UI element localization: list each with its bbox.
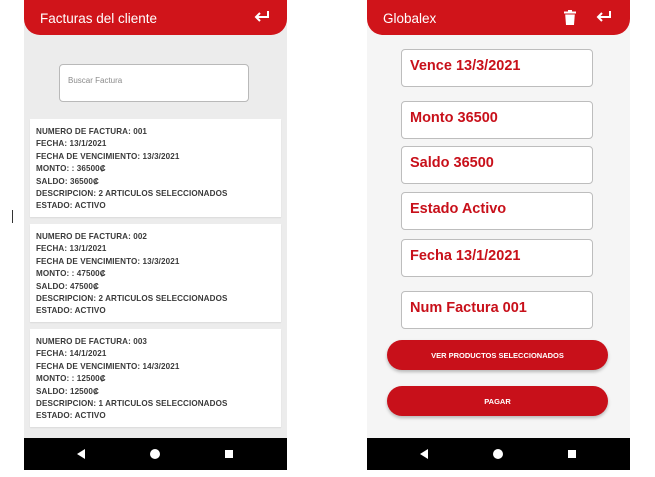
return-arrow-icon[interactable] [595, 8, 613, 24]
invoice-due-date: FECHA DE VENCIMIENTO: 13/3/2021 [36, 256, 180, 266]
invoice-number: NUMERO DE FACTURA: 003 [36, 337, 148, 346]
search-input[interactable] [66, 75, 240, 86]
pay-button[interactable]: PAGAR [387, 386, 608, 416]
status-field[interactable]: Estado Activo [401, 192, 593, 230]
invoice-amount: MONTO: : 47500₡ [36, 269, 106, 279]
due-date-field[interactable]: Vence 13/3/2021 [401, 49, 593, 87]
invoice-card[interactable]: NUMERO DE FACTURA: 002 FECHA: 13/1/2021 … [30, 224, 281, 322]
amount-field[interactable]: Monto 36500 [401, 101, 593, 139]
nav-home-icon[interactable] [150, 449, 160, 459]
page-title: Facturas del cliente [40, 11, 158, 26]
invoice-due-date: FECHA DE VENCIMIENTO: 14/3/2021 [36, 361, 180, 371]
trash-icon[interactable] [564, 10, 576, 30]
invoice-detail-screen: Globalex Vence 13/3/2021 Monto 36500 Sal… [367, 0, 630, 470]
invoice-number-field[interactable]: Num Factura 001 [401, 291, 593, 329]
invoice-number: NUMERO DE FACTURA: 002 [36, 232, 148, 241]
invoice-description: DESCRIPCION: 1 ARTICULOS SELECCIONADOS [36, 399, 228, 409]
invoice-description: DESCRIPCION: 2 ARTICULOS SELECCIONADOS [36, 189, 228, 199]
app-bar: Globalex [367, 0, 630, 35]
invoice-due-date: FECHA DE VENCIMIENTO: 13/3/2021 [36, 151, 180, 161]
invoice-number: NUMERO DE FACTURA: 001 [36, 127, 148, 136]
invoice-status: ESTADO: ACTIVO [36, 306, 106, 316]
nav-recents-icon[interactable] [568, 450, 576, 458]
nav-back-icon[interactable] [77, 449, 85, 459]
app-bar: Facturas del cliente [24, 0, 287, 35]
invoice-list-screen: Facturas del cliente NUMERO DE FACTURA: … [24, 0, 287, 470]
invoice-date: FECHA: 13/1/2021 [36, 139, 107, 149]
balance-field[interactable]: Saldo 36500 [401, 146, 593, 184]
invoice-date: FECHA: 13/1/2021 [36, 244, 107, 254]
invoice-date: FECHA: 14/1/2021 [36, 349, 107, 359]
invoice-balance: SALDO: 47500₡ [36, 281, 99, 291]
invoice-card[interactable]: NUMERO DE FACTURA: 003 FECHA: 14/1/2021 … [30, 329, 281, 427]
date-field[interactable]: Fecha 13/1/2021 [401, 239, 593, 277]
invoice-amount: MONTO: : 36500₡ [36, 164, 106, 174]
text-cursor [12, 210, 13, 223]
nav-recents-icon[interactable] [225, 450, 233, 458]
invoice-amount: MONTO: : 12500₡ [36, 374, 106, 384]
invoice-card[interactable]: NUMERO DE FACTURA: 001 FECHA: 13/1/2021 … [30, 119, 281, 217]
invoice-status: ESTADO: ACTIVO [36, 411, 106, 421]
system-nav-bar [24, 438, 287, 470]
invoice-status: ESTADO: ACTIVO [36, 201, 106, 211]
search-box[interactable] [59, 64, 249, 102]
invoice-description: DESCRIPCION: 2 ARTICULOS SELECCIONADOS [36, 294, 228, 304]
view-selected-products-button[interactable]: VER PRODUCTOS SELECCIONADOS [387, 340, 608, 370]
return-arrow-icon[interactable] [253, 8, 271, 24]
nav-home-icon[interactable] [493, 449, 503, 459]
invoice-balance: SALDO: 36500₡ [36, 176, 99, 186]
page-title: Globalex [383, 11, 437, 26]
invoice-balance: SALDO: 12500₡ [36, 386, 99, 396]
nav-back-icon[interactable] [420, 449, 428, 459]
system-nav-bar [367, 438, 630, 470]
